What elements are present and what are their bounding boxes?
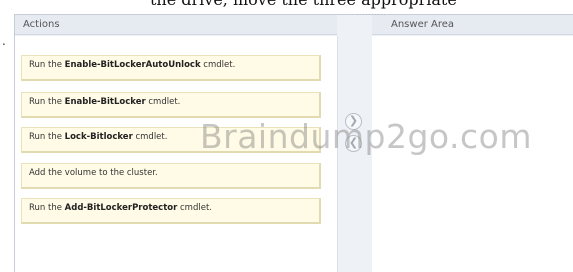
question-text: the drive, move the three appropriate <box>150 0 457 9</box>
chevron-left-icon: ❮ <box>348 136 359 149</box>
chevron-right-icon: ❯ <box>348 114 359 127</box>
answer-area-header: Answer Area <box>372 15 573 35</box>
action-item-lock-bitlocker[interactable]: Run the Lock-Bitlocker cmdlet. <box>21 127 321 153</box>
action-item-add-bitlocker-protector[interactable]: Run the Add-BitLockerProtector cmdlet. <box>21 198 321 224</box>
actions-header: Actions <box>15 15 337 35</box>
action-item-add-volume-to-cluster[interactable]: Add the volume to the cluster. <box>21 163 321 189</box>
answer-area-panel[interactable] <box>372 36 573 272</box>
move-right-button[interactable]: ❯ <box>345 113 362 130</box>
action-item-enable-bitlocker-autounlock[interactable]: Run the Enable-BitLockerAutoUnlock cmdle… <box>21 55 321 81</box>
move-left-button[interactable]: ❮ <box>345 135 362 152</box>
list-marker: . <box>2 34 6 48</box>
question-text-cutoff: the drive, move the three appropriate <box>0 0 573 13</box>
actions-panel: Run the Enable-BitLockerAutoUnlock cmdle… <box>15 36 338 272</box>
action-item-enable-bitlocker[interactable]: Run the Enable-BitLocker cmdlet. <box>21 92 321 118</box>
drag-drop-question: Actions Answer Area Run the Enable-BitLo… <box>14 14 573 272</box>
